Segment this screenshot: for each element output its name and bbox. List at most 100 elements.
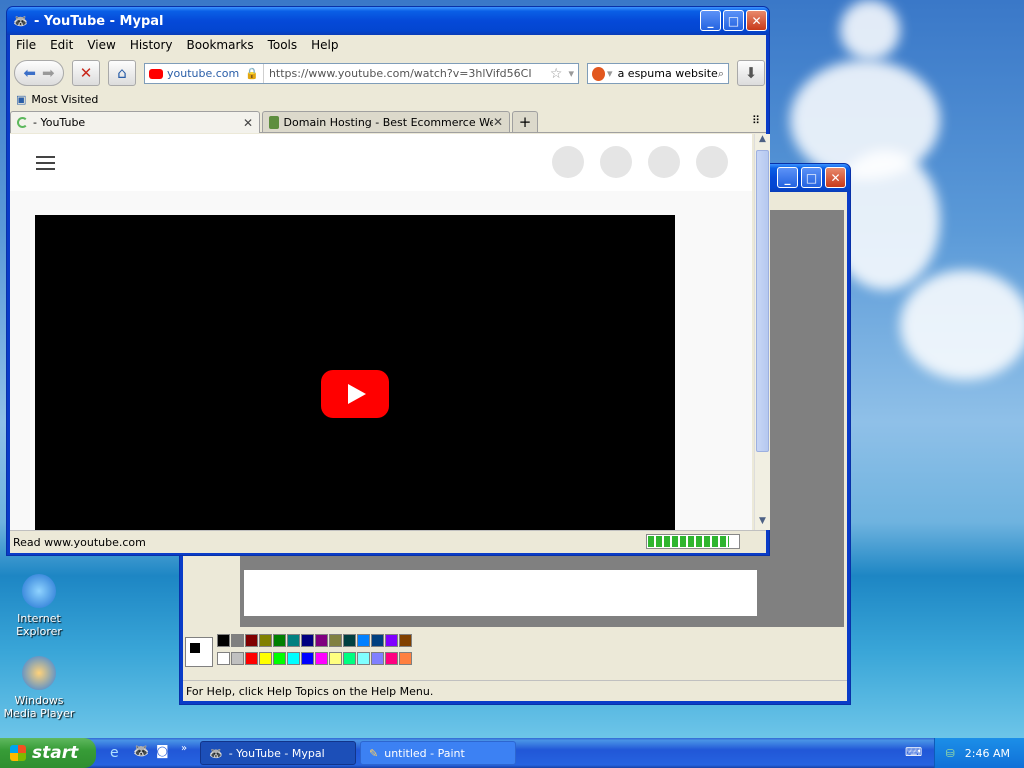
color-swatch[interactable] [301, 634, 314, 647]
home-button[interactable]: ⌂ [108, 60, 136, 86]
header-placeholder-circle [552, 146, 584, 178]
menu-bookmarks[interactable]: Bookmarks [187, 38, 254, 52]
quicklaunch-more-icon[interactable]: » [181, 743, 187, 754]
quicklaunch-desktop-icon[interactable]: ◙ [156, 744, 169, 759]
color-swatch[interactable] [231, 652, 244, 665]
youtube-play-icon[interactable] [321, 370, 389, 418]
site-identity[interactable]: youtube.com 🔒 [145, 64, 264, 83]
color-swatch[interactable] [343, 634, 356, 647]
scroll-up-icon[interactable]: ▲ [755, 134, 770, 148]
header-placeholder-circle [600, 146, 632, 178]
color-swatch[interactable] [245, 634, 258, 647]
hamburger-menu-icon[interactable] [36, 156, 55, 174]
scroll-thumb[interactable] [756, 150, 769, 452]
color-swatch[interactable] [273, 652, 286, 665]
header-placeholder-circle [696, 146, 728, 178]
drawing-canvas[interactable] [244, 570, 757, 616]
color-swatch[interactable] [329, 634, 342, 647]
desktop-icon-label: Windows Media Player [3, 694, 75, 720]
taskbar-item-mypal[interactable]: 🦝 - YouTube - Mypal [200, 741, 356, 765]
mypal-icon: 🦝 [13, 14, 28, 28]
color-palette [185, 634, 457, 669]
color-swatch[interactable] [357, 652, 370, 665]
search-engine-icon[interactable] [592, 66, 606, 81]
taskbar-item-paint[interactable]: ✎ untitled - Paint [360, 741, 516, 765]
windows-logo-icon [10, 745, 26, 761]
color-swatch[interactable] [343, 652, 356, 665]
color-swatch[interactable] [231, 634, 244, 647]
back-button[interactable]: ⬅ ➡ [14, 60, 64, 86]
menu-tools[interactable]: Tools [268, 38, 298, 52]
browser-status-bar: Read www.youtube.com [10, 530, 766, 553]
stop-button[interactable]: ✕ [72, 60, 100, 86]
color-swatch[interactable] [385, 652, 398, 665]
desktop-icon-windows-media-player[interactable]: Windows Media Player [1, 656, 77, 720]
scroll-down-icon[interactable]: ▼ [755, 516, 770, 530]
close-button[interactable]: ✕ [746, 10, 767, 31]
tab-youtube[interactable]: - YouTube ✕ [10, 111, 260, 133]
clock[interactable]: 2:46 AM [965, 747, 1010, 760]
color-swatch[interactable] [259, 634, 272, 647]
downloads-button[interactable]: ⬇ [737, 60, 765, 86]
color-swatch[interactable] [301, 652, 314, 665]
network-icon[interactable]: ⛁ [946, 747, 955, 760]
search-bar[interactable]: ▾ a espuma website ⌕ [587, 63, 729, 84]
color-swatch[interactable] [315, 634, 328, 647]
start-label: start [32, 743, 79, 763]
color-swatch[interactable] [245, 652, 258, 665]
color-swatch[interactable] [329, 652, 342, 665]
browser-window: 🦝 - YouTube - Mypal _ □ ✕ File Edit View… [6, 6, 770, 556]
color-swatch[interactable] [273, 634, 286, 647]
tab-domain-hosting[interactable]: Domain Hosting - Best Ecommerce Web H...… [262, 111, 510, 132]
color-swatch[interactable] [287, 634, 300, 647]
bookmark-star-icon[interactable]: ☆ [550, 66, 563, 82]
taskbar: start e 🦝 ◙ » 🦝 - YouTube - Mypal ✎ unti… [0, 738, 1024, 768]
quicklaunch-ie-icon[interactable]: e [110, 745, 119, 761]
windows-media-player-icon [22, 656, 56, 690]
current-colors[interactable] [185, 637, 213, 667]
color-swatch[interactable] [371, 652, 384, 665]
url-dropdown-icon[interactable]: ▾ [568, 67, 574, 80]
vertical-scrollbar[interactable]: ▲ ▼ [754, 134, 770, 530]
site-identity-label: youtube.com [167, 67, 240, 80]
menu-view[interactable]: View [87, 38, 115, 52]
video-player[interactable] [35, 215, 675, 530]
maximize-button[interactable]: □ [801, 167, 822, 188]
color-swatch[interactable] [399, 652, 412, 665]
keyboard-icon[interactable]: ⌨ [905, 745, 922, 759]
color-swatch[interactable] [287, 652, 300, 665]
start-button[interactable]: start [0, 738, 96, 768]
minimize-button[interactable]: _ [700, 10, 721, 31]
search-icon[interactable]: ⌕ [718, 67, 724, 81]
color-swatch[interactable] [357, 634, 370, 647]
menu-edit[interactable]: Edit [50, 38, 73, 52]
bookmark-most-visited[interactable]: Most Visited [31, 93, 98, 106]
tab-close-icon[interactable]: ✕ [243, 116, 253, 130]
desktop-icon-internet-explorer[interactable]: Internet Explorer [1, 574, 77, 638]
menu-file[interactable]: File [16, 38, 36, 52]
new-tab-button[interactable]: + [512, 111, 538, 132]
url-text: https://www.youtube.com/watch?v=3hlVifd5… [268, 67, 532, 80]
page-content [10, 134, 752, 530]
tab-grid-icon[interactable]: ⠿ [752, 114, 760, 127]
color-swatch[interactable] [217, 634, 230, 647]
minimize-button[interactable]: _ [777, 167, 798, 188]
url-bar[interactable]: youtube.com 🔒 https://www.youtube.com/wa… [144, 63, 579, 84]
color-swatch[interactable] [371, 634, 384, 647]
close-button[interactable]: ✕ [825, 167, 846, 188]
quicklaunch-mypal-icon[interactable]: 🦝 [133, 744, 149, 759]
tab-close-icon[interactable]: ✕ [493, 115, 503, 129]
menu-help[interactable]: Help [311, 38, 338, 52]
color-swatch[interactable] [385, 634, 398, 647]
menu-history[interactable]: History [130, 38, 173, 52]
color-swatch[interactable] [259, 652, 272, 665]
youtube-header [10, 134, 752, 191]
tab-strip: - YouTube ✕ Domain Hosting - Best Ecomme… [10, 109, 766, 133]
color-swatch[interactable] [217, 652, 230, 665]
cloud [840, 0, 900, 60]
color-swatch[interactable] [315, 652, 328, 665]
browser-title-bar[interactable]: 🦝 - YouTube - Mypal _ □ ✕ [7, 7, 769, 35]
taskbar-item-label: - YouTube - Mypal [228, 746, 325, 760]
maximize-button[interactable]: □ [723, 10, 744, 31]
color-swatch[interactable] [399, 634, 412, 647]
